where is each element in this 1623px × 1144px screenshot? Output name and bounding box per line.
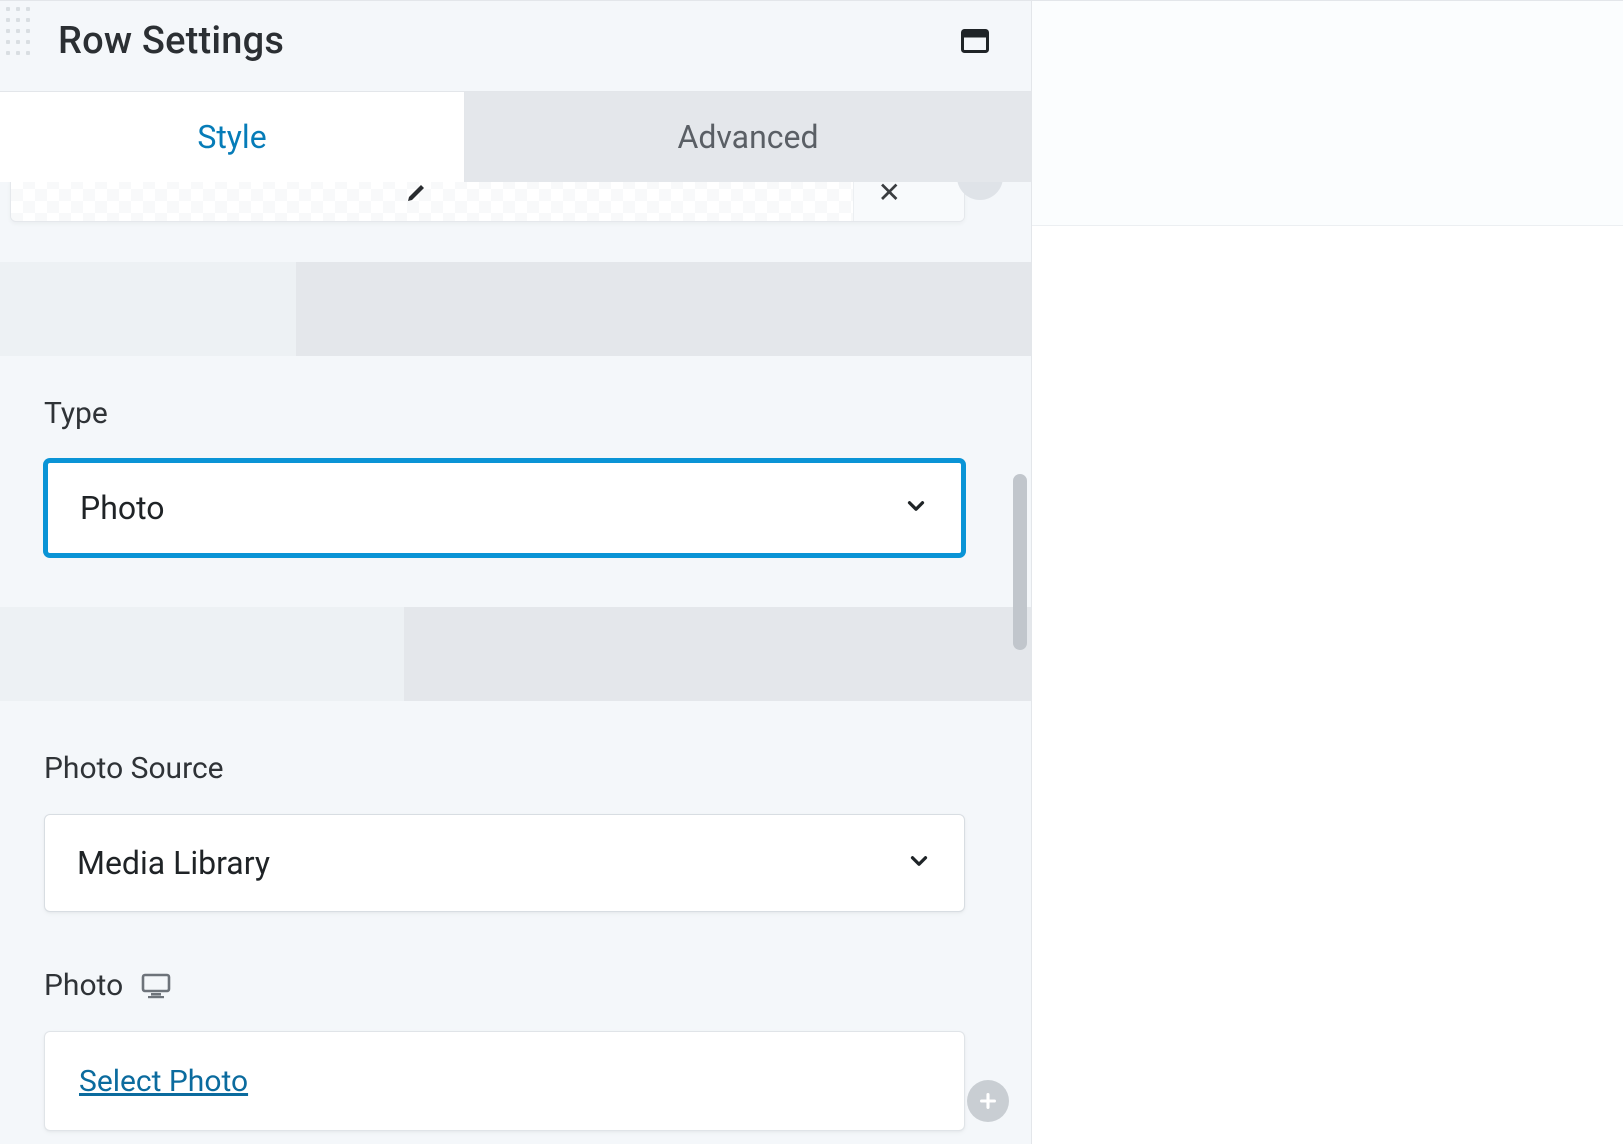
chevron-down-icon — [903, 489, 929, 527]
field-photo: Photo Select Photo — [0, 912, 1031, 1131]
canvas-area[interactable] — [1032, 1, 1623, 1144]
plus-icon — [977, 1090, 999, 1112]
photo-source-select-value: Media Library — [77, 844, 270, 882]
clear-icon[interactable]: ✕ — [878, 182, 901, 209]
tab-style[interactable]: Style — [0, 92, 465, 182]
field-type-label: Type — [44, 396, 965, 431]
field-photo-label-text: Photo — [44, 968, 123, 1003]
type-select-value: Photo — [80, 489, 164, 527]
settings-scroll-area[interactable]: ✕ Background Type Photo — [0, 182, 1031, 1144]
window-icon — [961, 29, 989, 53]
drag-handle-icon[interactable] — [6, 7, 28, 55]
canvas-top-band — [1032, 1, 1623, 226]
panel-title: Row Settings — [58, 19, 284, 63]
color-preview-card[interactable] — [10, 182, 965, 222]
settings-panel: Row Settings Style Advanced ✕ — [0, 1, 1032, 1144]
tab-advanced[interactable]: Advanced — [465, 92, 1031, 182]
tab-advanced-label: Advanced — [677, 118, 818, 156]
tabs: Style Advanced — [0, 91, 1031, 182]
scrollbar-thumb[interactable] — [1013, 474, 1027, 650]
photo-source-select[interactable]: Media Library — [44, 814, 965, 912]
chevron-down-icon — [906, 844, 932, 882]
tab-style-label: Style — [197, 118, 266, 156]
panel-header: Row Settings — [0, 1, 1031, 91]
section-background-header[interactable]: Background — [0, 262, 1031, 356]
section-background-photo-header[interactable]: Background Photo — [0, 607, 1031, 701]
pencil-icon — [405, 182, 429, 204]
app-root: Row Settings Style Advanced ✕ — [0, 0, 1623, 1144]
field-photo-label: Photo — [44, 968, 965, 1003]
desktop-icon[interactable] — [141, 973, 171, 999]
photo-picker-card: Select Photo — [44, 1031, 965, 1131]
select-photo-link[interactable]: Select Photo — [79, 1064, 248, 1099]
field-type: Type Photo — [0, 356, 1031, 557]
type-select[interactable]: Photo — [44, 459, 965, 557]
field-photo-source: Photo Source Media Library — [0, 701, 1031, 912]
maximize-button[interactable] — [957, 25, 993, 57]
add-button[interactable] — [967, 1080, 1009, 1122]
field-photo-source-label: Photo Source — [44, 751, 965, 786]
